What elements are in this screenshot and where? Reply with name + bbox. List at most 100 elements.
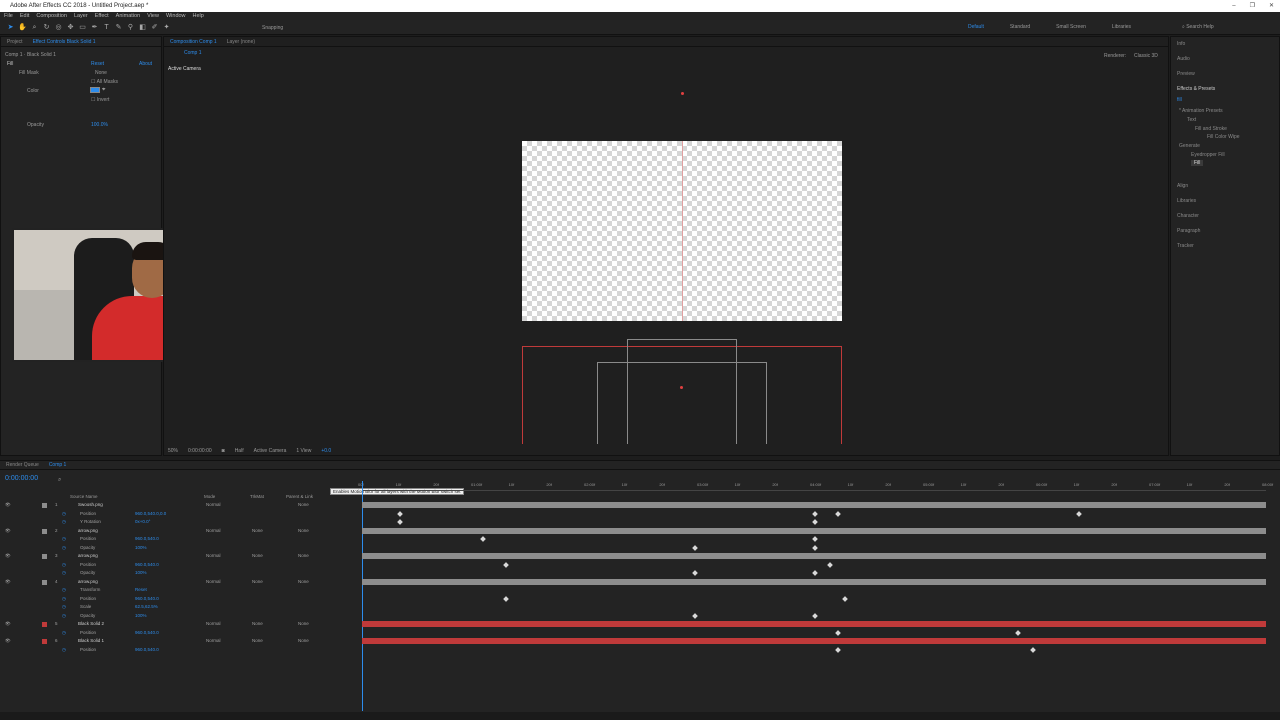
stopwatch-icon[interactable]: ◷ <box>62 612 66 621</box>
panel-info[interactable]: Info <box>1177 41 1185 47</box>
keyframe[interactable] <box>812 519 818 525</box>
menu-edit[interactable]: Edit <box>20 12 29 21</box>
layer-duration-bar[interactable] <box>362 578 1266 585</box>
timeline-timecode[interactable]: 0:00:00:00 <box>5 475 38 482</box>
puppet-tool-icon[interactable]: ✦ <box>162 23 171 32</box>
trkmat-dropdown[interactable]: None <box>252 637 263 646</box>
magnification-dropdown[interactable]: 50% <box>168 447 178 456</box>
layer-duration-bar[interactable] <box>362 527 1266 534</box>
reset-link[interactable]: Reset <box>91 61 104 67</box>
menu-window[interactable]: Window <box>166 12 186 21</box>
trkmat-dropdown[interactable]: None <box>252 527 263 536</box>
layer-row[interactable]: 👁 5 Black Solid 2 Normal None None <box>0 620 358 629</box>
property-row[interactable]: ◷ Opacity 100% <box>0 612 358 621</box>
blend-mode-dropdown[interactable]: Normal <box>206 552 221 561</box>
parent-dropdown[interactable]: None <box>298 527 309 536</box>
property-row[interactable]: ◷ Position 960.0,540.0 <box>0 629 358 638</box>
layer-row[interactable]: 👁 6 Black Solid 1 Normal None None <box>0 637 358 646</box>
menu-composition[interactable]: Composition <box>36 12 67 21</box>
panel-libraries[interactable]: Libraries <box>1177 198 1196 204</box>
label-color-swatch[interactable] <box>42 528 47 534</box>
keyframe[interactable] <box>835 510 841 517</box>
menu-view[interactable]: View <box>147 12 159 21</box>
parent-dropdown[interactable]: None <box>298 620 309 629</box>
property-value[interactable]: 960.0,540.0 <box>135 561 159 570</box>
tree-fill-and-stroke[interactable]: Fill and Stroke <box>1195 126 1227 132</box>
header-mode[interactable]: Mode <box>204 493 215 501</box>
keyframe[interactable] <box>503 561 509 568</box>
stopwatch-icon[interactable]: ◷ <box>62 586 66 595</box>
property-row[interactable]: ◷ Position 960.0,540.0,0.0 <box>0 510 358 519</box>
stopwatch-icon[interactable]: ◷ <box>62 646 66 655</box>
blend-mode-dropdown[interactable]: Normal <box>206 578 221 587</box>
layer-name[interactable]: Black Solid 1 <box>78 637 104 646</box>
label-color-swatch[interactable] <box>42 639 47 644</box>
snapshot-icon[interactable]: ◙ <box>222 447 225 456</box>
property-row[interactable]: ◷ Position 960.0,540.0 <box>0 595 358 604</box>
keyframe[interactable] <box>812 510 818 517</box>
keyframe[interactable] <box>1015 629 1021 636</box>
layer-duration-bar[interactable] <box>362 502 1266 508</box>
effects-search-input[interactable]: fill <box>1177 97 1182 103</box>
property-row[interactable]: ◷ Scale 62.5,62.5% <box>0 603 358 612</box>
effect-name[interactable]: Fill <box>7 61 13 67</box>
property-value[interactable]: 100% <box>135 544 147 553</box>
workspace-libraries[interactable]: Libraries <box>1112 24 1131 30</box>
trkmat-dropdown[interactable]: None <box>252 620 263 629</box>
rectangle-tool-icon[interactable]: ▭ <box>78 23 87 32</box>
parent-dropdown[interactable]: None <box>298 501 309 510</box>
layer-row[interactable]: 👁 4 arrow.png Normal None None <box>0 578 358 587</box>
workspace-standard[interactable]: Standard <box>1010 24 1030 30</box>
header-source-name[interactable]: Source Name <box>70 493 98 501</box>
workspace-small-screen[interactable]: Small Screen <box>1056 24 1086 30</box>
tree-text[interactable]: Text <box>1187 117 1196 123</box>
panel-tracker[interactable]: Tracker <box>1177 243 1194 249</box>
label-color-swatch[interactable] <box>42 554 47 559</box>
property-value[interactable]: 960.0,540.0,0.0 <box>135 510 166 519</box>
property-row[interactable]: ◷ Y Rotation 0x+0.0° <box>0 518 358 527</box>
keyframe[interactable] <box>835 629 841 636</box>
label-color-swatch[interactable] <box>42 622 47 627</box>
keyframe[interactable] <box>842 595 848 602</box>
blend-mode-dropdown[interactable]: Normal <box>206 501 221 510</box>
visibility-eye-icon[interactable]: 👁 <box>5 501 11 510</box>
workspace-default[interactable]: Default <box>968 24 984 30</box>
stopwatch-icon[interactable]: ◷ <box>62 518 66 527</box>
stopwatch-icon[interactable]: ◷ <box>62 535 66 544</box>
parent-dropdown[interactable]: None <box>298 578 309 587</box>
visibility-eye-icon[interactable]: 👁 <box>5 552 11 561</box>
visibility-eye-icon[interactable]: 👁 <box>5 637 11 646</box>
tab-composition[interactable]: Composition Comp 1 <box>170 37 217 46</box>
parent-dropdown[interactable]: None <box>298 637 309 646</box>
zoom-tool-icon[interactable]: ⌕ <box>30 23 39 32</box>
keyframe[interactable] <box>812 536 818 542</box>
property-value[interactable]: 100% <box>135 612 147 621</box>
keyframe[interactable] <box>827 561 833 568</box>
stopwatch-icon[interactable]: ◷ <box>62 561 66 570</box>
property-row[interactable]: ◷ Position 960.0,540.0 <box>0 646 358 655</box>
panel-audio[interactable]: Audio <box>1177 56 1190 62</box>
keyframe[interactable] <box>503 595 509 602</box>
keyframe[interactable] <box>480 536 486 542</box>
fill-mask-dropdown[interactable]: None <box>95 70 107 76</box>
panel-character[interactable]: Character <box>1177 213 1199 219</box>
camera-dropdown[interactable]: Active Camera <box>254 447 287 456</box>
exposure-value[interactable]: +0.0 <box>321 447 331 456</box>
tree-fill[interactable]: Fill <box>1191 160 1204 166</box>
visibility-eye-icon[interactable]: 👁 <box>5 578 11 587</box>
visibility-eye-icon[interactable]: 👁 <box>5 620 11 629</box>
stopwatch-icon[interactable]: ◷ <box>62 544 66 553</box>
tab-render-queue[interactable]: Render Queue <box>6 461 39 469</box>
layer-duration-bar[interactable] <box>362 621 1266 627</box>
selection-tool-icon[interactable]: ➤ <box>6 23 15 32</box>
pan-behind-tool-icon[interactable]: ✥ <box>66 23 75 32</box>
layer-name[interactable]: arrow.png <box>78 578 98 587</box>
timeline-search-icon[interactable]: ⌕ <box>58 477 61 484</box>
property-row[interactable]: ◷ Opacity 100% <box>0 569 358 578</box>
tree-generate[interactable]: Generate <box>1179 143 1200 149</box>
panel-preview[interactable]: Preview <box>1177 71 1195 77</box>
about-link[interactable]: About <box>139 61 152 67</box>
pen-tool-icon[interactable]: ✒ <box>90 23 99 32</box>
tree-eyedropper-fill[interactable]: Eyedropper Fill <box>1191 152 1225 158</box>
minimize-icon[interactable]: – <box>1232 0 1235 12</box>
